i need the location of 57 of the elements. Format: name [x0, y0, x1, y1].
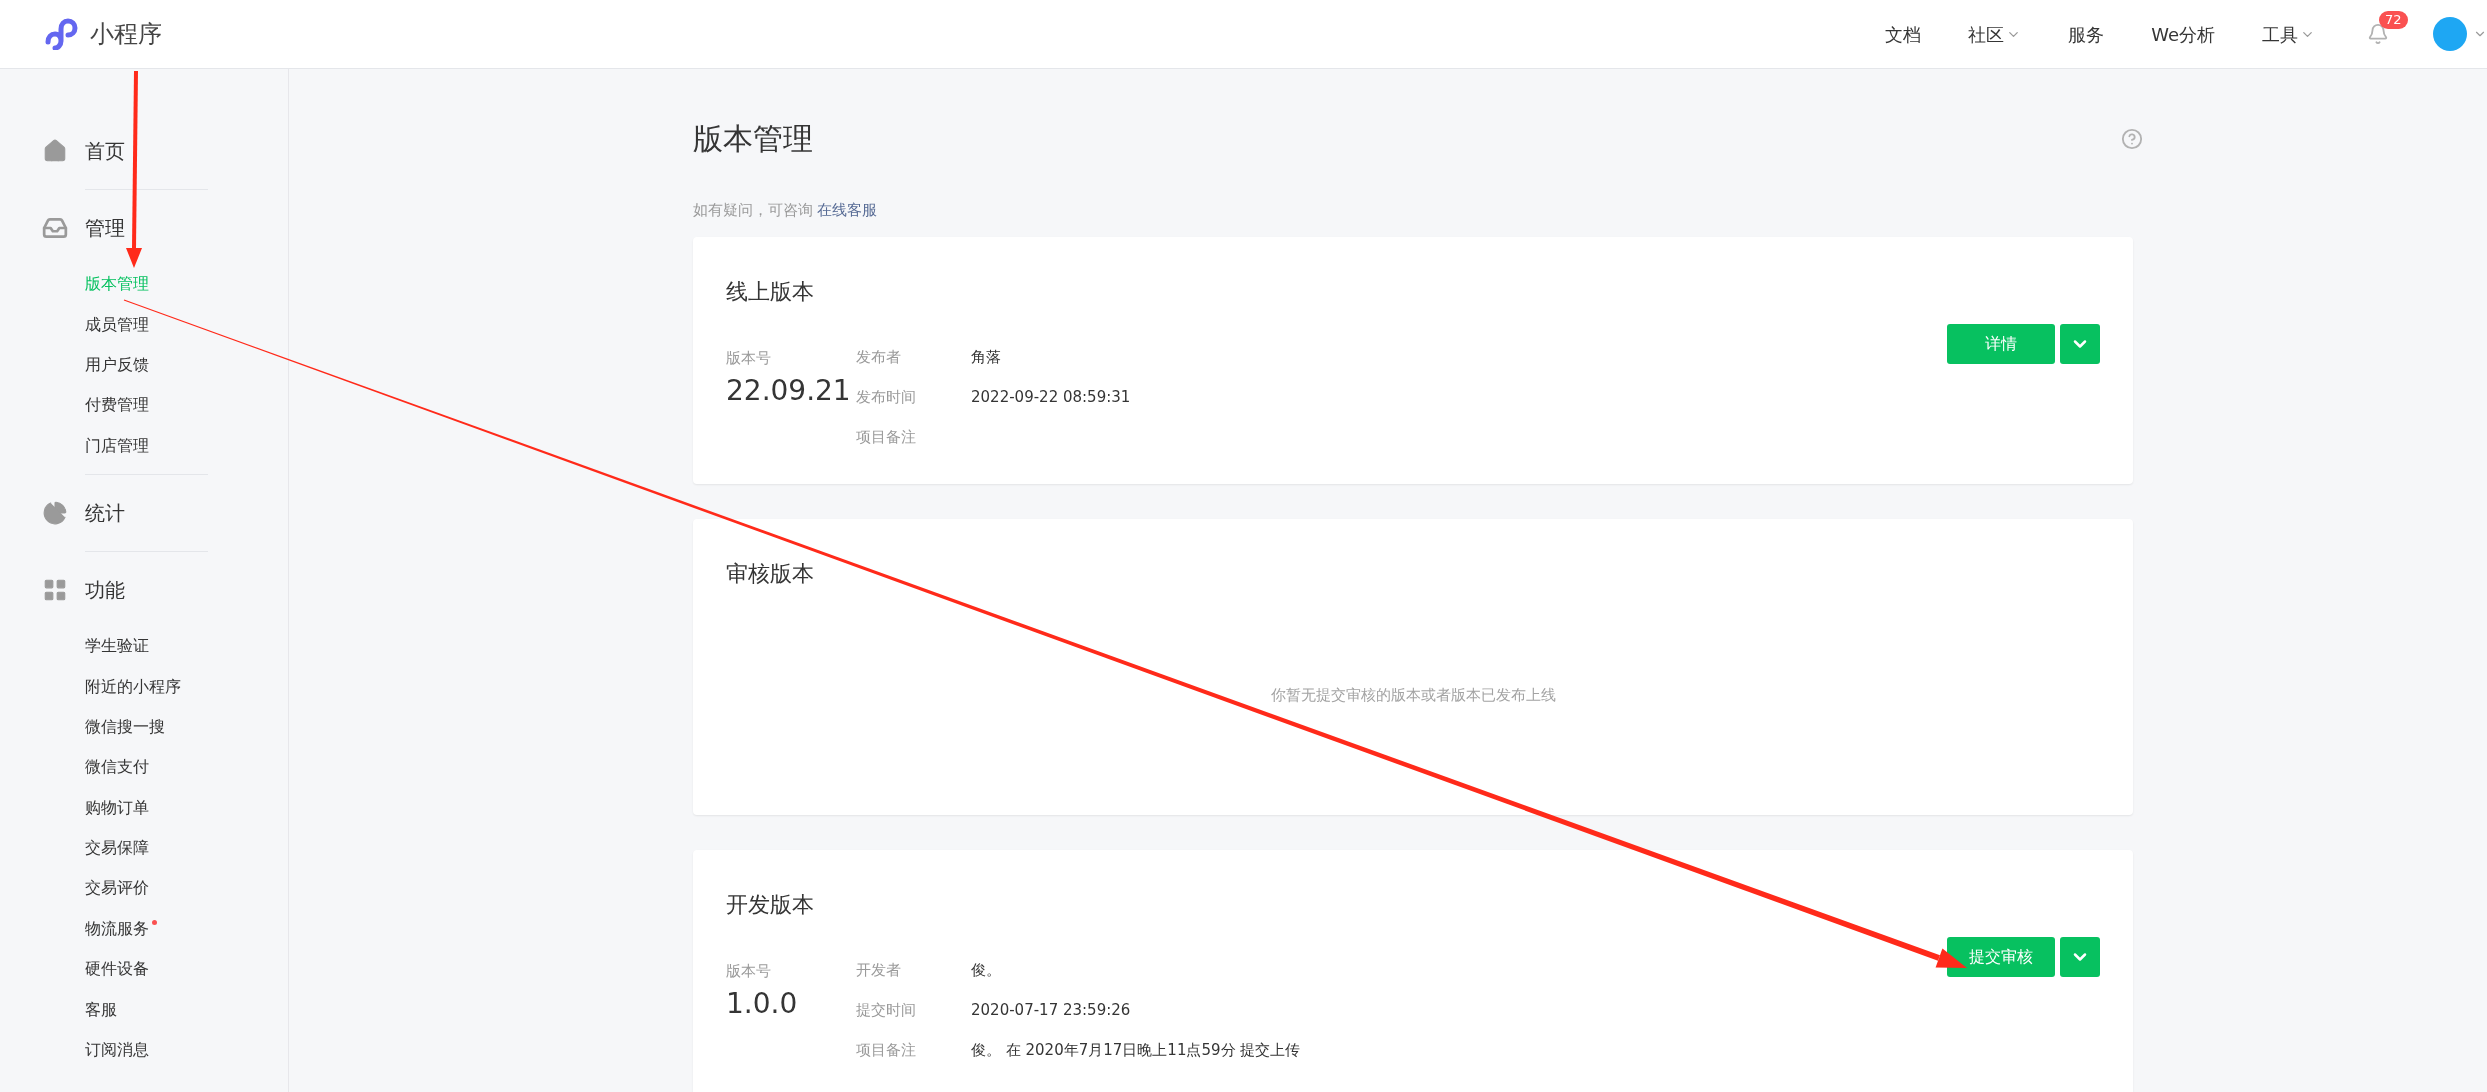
card-title: 审核版本	[726, 559, 815, 588]
inbox-icon	[42, 215, 68, 241]
card-title: 线上版本	[726, 277, 815, 306]
sidebar-item[interactable]: 微信支付	[85, 755, 149, 780]
logo-icon	[44, 18, 78, 50]
sidebar-item[interactable]: 学生验证	[85, 634, 149, 659]
bell-icon[interactable]	[2367, 23, 2389, 45]
sidebar-item[interactable]: 门店管理	[85, 433, 149, 458]
sidebar-item[interactable]: 客服	[85, 997, 117, 1022]
help-icon[interactable]	[2121, 127, 2143, 150]
notification-count: 72	[2379, 11, 2408, 29]
pie-chart-icon	[42, 499, 68, 526]
nav-link[interactable]: 工具	[2262, 20, 2315, 48]
sidebar-item[interactable]: 附近的小程序	[85, 674, 181, 699]
online-support-link[interactable]: 在线客服	[817, 199, 877, 222]
card-title: 开发版本	[726, 890, 815, 919]
sidebar-item[interactable]: 付费管理	[85, 393, 149, 418]
dropdown-button[interactable]	[2060, 323, 2100, 364]
field-value: 俊。	[971, 960, 1001, 982]
nav-link[interactable]: 社区	[1968, 20, 2022, 48]
sidebar-item[interactable]: 成员管理	[85, 312, 149, 337]
empty-message: 你暂无提交审核的版本或者版本已发布上线	[1270, 684, 1556, 706]
field-label: 开发者	[856, 960, 902, 982]
version-label: 版本号	[726, 960, 772, 982]
field-label: 项目备注	[856, 1040, 917, 1062]
sidebar-section[interactable]: 统计	[85, 497, 125, 528]
version-number: 22.09.21	[726, 375, 852, 406]
field-label: 发布者	[856, 347, 902, 369]
home-icon	[42, 138, 68, 164]
sidebar-item[interactable]: 物流服务	[85, 916, 149, 941]
sidebar-item[interactable]: 用户反馈	[85, 352, 149, 377]
sidebar-item[interactable]: 微信搜一搜	[85, 714, 165, 739]
sidebar-item[interactable]: 购物订单	[85, 795, 149, 820]
field-label: 提交时间	[856, 1000, 917, 1022]
sidebar-item[interactable]: 交易保障	[85, 836, 149, 861]
logo-text: 小程序	[90, 19, 162, 50]
avatar[interactable]	[2433, 17, 2467, 51]
nav-link[interactable]: We分析	[2151, 20, 2215, 48]
version-label: 版本号	[726, 347, 772, 369]
version-number: 1.0.0	[726, 988, 799, 1019]
hint-text: 如有疑问，可咨询	[693, 200, 813, 221]
nav-link[interactable]: 文档	[1885, 20, 1922, 48]
field-value: 角落	[971, 347, 1001, 369]
field-label: 项目备注	[856, 427, 917, 449]
sidebar-item[interactable]: 交易评价	[85, 876, 149, 901]
sidebar-section[interactable]: 功能	[85, 574, 125, 605]
dropdown-button[interactable]	[2060, 936, 2100, 977]
field-label: 发布时间	[856, 387, 917, 409]
nav-link[interactable]: 服务	[2068, 20, 2105, 48]
sidebar-section[interactable]: 首页	[85, 136, 125, 166]
field-value: 俊。 在 2020年7月17日晚上11点59分 提交上传	[971, 1040, 1301, 1062]
field-value: 2022-09-22 08:59:31	[971, 387, 1131, 409]
page-title: 版本管理	[693, 120, 813, 158]
field-value: 2020-07-17 23:59:26	[971, 1000, 1131, 1022]
sidebar-item[interactable]: 硬件设备	[85, 957, 149, 982]
sidebar-section[interactable]: 管理	[85, 213, 125, 243]
sidebar-item[interactable]: 订阅消息	[85, 1038, 149, 1063]
